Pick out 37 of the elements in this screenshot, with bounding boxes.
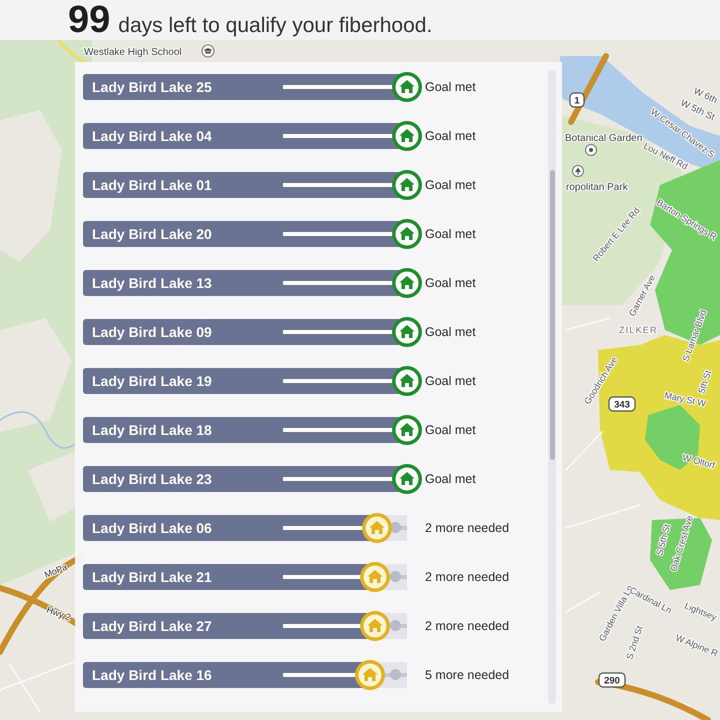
place-label: Botanical Garden — [565, 133, 642, 144]
street-label: 5th St — [696, 369, 714, 395]
status-text: Goal met — [425, 324, 476, 338]
route-shield: 290 — [598, 672, 626, 688]
status-text: 5 more needed — [425, 668, 510, 682]
street-label: W Oltorf — [681, 452, 716, 470]
status-text: Goal met — [425, 128, 476, 142]
route-shield: 1 — [569, 92, 585, 108]
highway-label: MoPa — [43, 562, 69, 580]
status-text: Goal met — [425, 374, 476, 388]
status-text: Goal met — [425, 472, 476, 486]
scrollbar[interactable] — [548, 70, 556, 704]
highway — [568, 53, 609, 125]
goal-dot-icon — [390, 620, 400, 631]
status-text: Goal met — [425, 276, 476, 290]
status-text: 2 more needed — [425, 618, 510, 632]
goal-dot-icon — [390, 669, 400, 680]
headline-text: days left to qualify your fiberhood. — [118, 13, 432, 39]
status-text: 2 more needed — [425, 570, 510, 584]
street-label: S Lamar Blvd — [680, 308, 708, 363]
scrollbar-thumb[interactable] — [550, 170, 554, 460]
highway-label: Hwy 2 — [45, 604, 72, 622]
status-text: Goal met — [425, 80, 476, 94]
place-label: ropolitan Park — [566, 182, 628, 193]
status-text: Goal met — [425, 178, 476, 192]
street — [565, 431, 603, 471]
status-text: Goal met — [425, 422, 476, 436]
days-count: 99 — [68, 0, 110, 40]
street-label: W Alpine R — [674, 632, 720, 659]
street-label: S 5th St — [654, 523, 672, 557]
status-text: Goal met — [425, 226, 476, 240]
place-label: Westlake High School — [84, 47, 182, 58]
area-label: ZILKER — [619, 325, 658, 335]
goal-dot-icon — [390, 571, 400, 582]
street-label: S 2nd St — [624, 624, 645, 661]
route-shield: 343 — [608, 396, 636, 412]
status-text: 2 more needed — [425, 520, 510, 534]
